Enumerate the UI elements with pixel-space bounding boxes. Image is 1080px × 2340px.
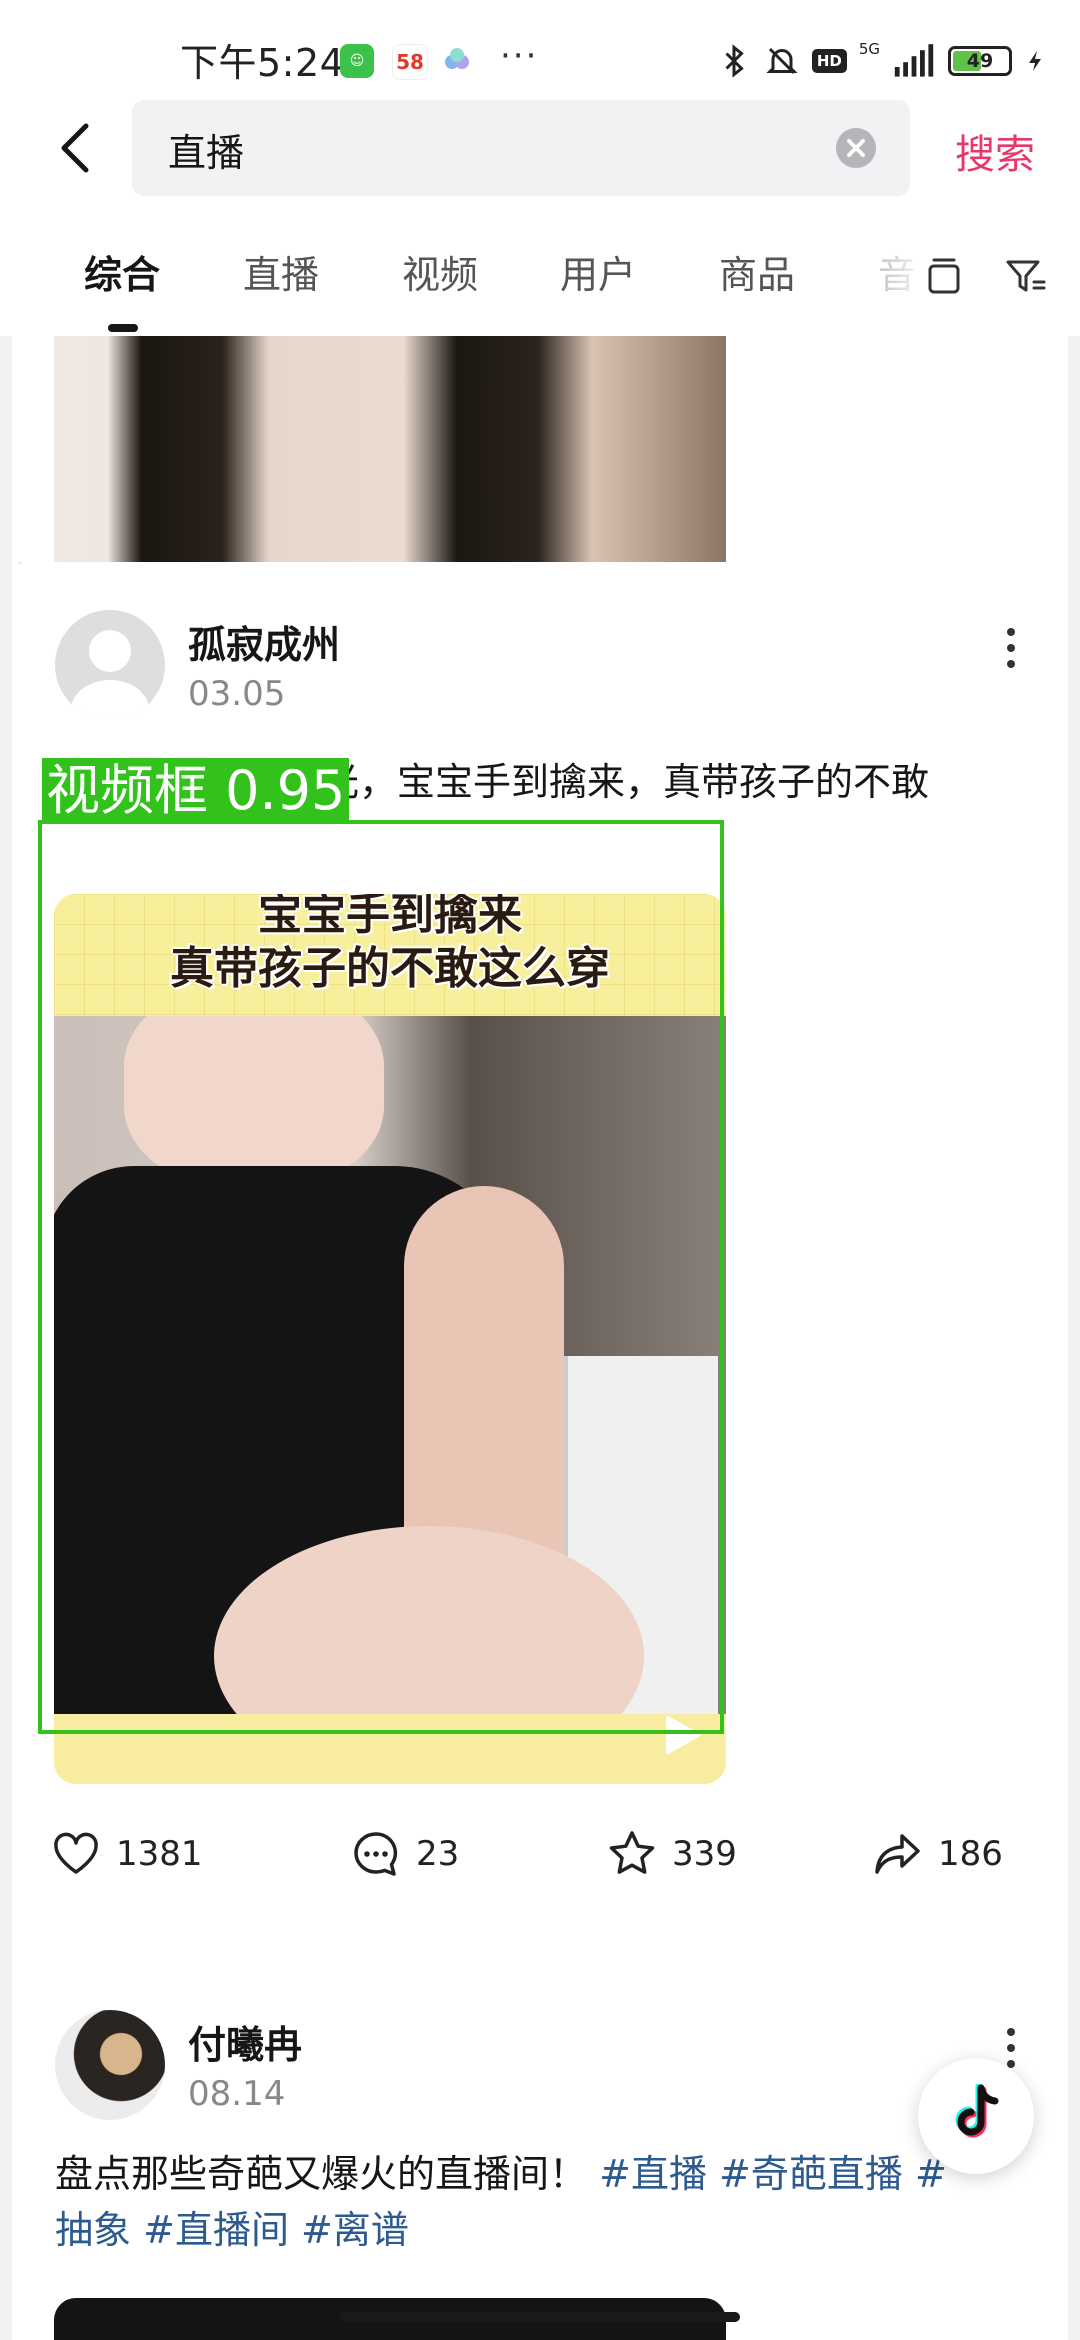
comment-icon (354, 1832, 398, 1876)
like-count: 1381 (116, 1834, 203, 1874)
status-time: 下午5:24 (180, 41, 345, 85)
more-notifications-icon: ··· (500, 36, 539, 76)
battery-percent: 49 (966, 50, 994, 72)
hashtag-weird-live[interactable]: #奇葩直播 (719, 2152, 903, 2196)
layout-toggle-icon[interactable] (922, 254, 966, 298)
battery-indicator: 49 (948, 46, 1012, 76)
tab-video[interactable]: 视频 (402, 244, 478, 299)
search-box (132, 100, 910, 198)
post-description-text: 盘点那些奇葩又爆火的直播间！ (55, 2152, 588, 2196)
share-button[interactable]: 186 (872, 1824, 1003, 1884)
bluetooth-icon (725, 44, 744, 78)
star-icon (609, 1831, 655, 1874)
douyin-floating-button[interactable] (918, 2058, 1034, 2174)
signal-icon (894, 44, 934, 77)
heart-icon (54, 1832, 98, 1874)
back-arrow-icon[interactable] (48, 118, 108, 178)
status-icons: HD 5G 49 (716, 38, 1048, 84)
charging-icon (1029, 51, 1041, 71)
video-detection-label: 视频框 0.95 (42, 758, 350, 824)
author-name[interactable]: 孤寂成州 (188, 614, 340, 669)
wechat-notification-icon: ☺ (340, 44, 374, 78)
search-tabs: 综合 直播 视频 用户 商品 音 (0, 208, 1080, 336)
tab-products[interactable]: 商品 (719, 244, 795, 299)
home-indicator[interactable] (340, 2312, 740, 2322)
mute-bell-icon (766, 47, 798, 75)
hashtag-absurd[interactable]: #离谱 (301, 2208, 409, 2252)
douyin-logo-icon (955, 2084, 999, 2138)
search-header: 搜索 (0, 96, 1080, 208)
search-input[interactable] (166, 100, 810, 198)
search-button[interactable]: 搜索 (955, 122, 1035, 180)
hashtag-live[interactable]: #直播 (599, 2152, 707, 2196)
favorite-button[interactable]: 339 (606, 1824, 737, 1884)
like-button[interactable]: 1381 (50, 1824, 203, 1884)
author-avatar[interactable] (55, 610, 165, 720)
post-description-2[interactable]: 盘点那些奇葩又爆火的直播间！ #直播 #奇葩直播 # 抽象 #直播间 #离谱 (55, 2146, 1015, 2258)
default-avatar-body (71, 680, 149, 720)
video-detection-box: 视频框 0.95 (38, 758, 724, 1734)
favorite-count: 339 (672, 1834, 737, 1874)
post-actions: 1381 23 339 186 (12, 1824, 1068, 1884)
tab-comprehensive[interactable]: 综合 (84, 244, 160, 299)
tab-live[interactable]: 直播 (243, 244, 319, 299)
status-bar: 下午5:24 ☺ 58 ··· HD 5G 49 (0, 0, 1080, 96)
hashtag-live-room[interactable]: #直播间 (143, 2208, 289, 2252)
cloud-app-notification-icon (445, 48, 469, 69)
comment-button[interactable]: 23 (350, 1824, 459, 1884)
clear-search-icon[interactable] (836, 128, 876, 168)
filter-icon[interactable] (1004, 254, 1048, 298)
post-card-2: 付曦冉 08.14 盘点那些奇葩又爆火的直播间！ #直播 #奇葩直播 # 抽象 … (12, 1960, 1068, 2340)
post-date-2: 08.14 (188, 2074, 286, 2114)
default-avatar-head (89, 630, 131, 672)
tab-users[interactable]: 用户 (560, 244, 636, 299)
post-date: 03.05 (188, 674, 286, 714)
comment-count: 23 (416, 1834, 460, 1874)
author-name-2[interactable]: 付曦冉 (188, 2014, 302, 2069)
hashtag-abstract-part-2[interactable]: 抽象 (55, 2208, 131, 2252)
app-58-notification-icon: 58 (392, 44, 428, 80)
network-type: 5G (858, 40, 880, 58)
tab-fade-overlay (870, 238, 930, 298)
share-arrow-icon (875, 1834, 920, 1874)
active-tab-indicator (108, 324, 138, 332)
search-results-feed[interactable]: 孤寂成州 03.05 美女直播差点走光，宝宝手到擒来，真带孩子的不敢 宝宝手到擒… (0, 336, 1080, 2340)
share-count: 186 (938, 1834, 1003, 1874)
author-avatar-2[interactable] (55, 2010, 165, 2120)
more-options-icon[interactable] (996, 618, 1026, 678)
hd-voice-badge: HD (811, 49, 847, 73)
